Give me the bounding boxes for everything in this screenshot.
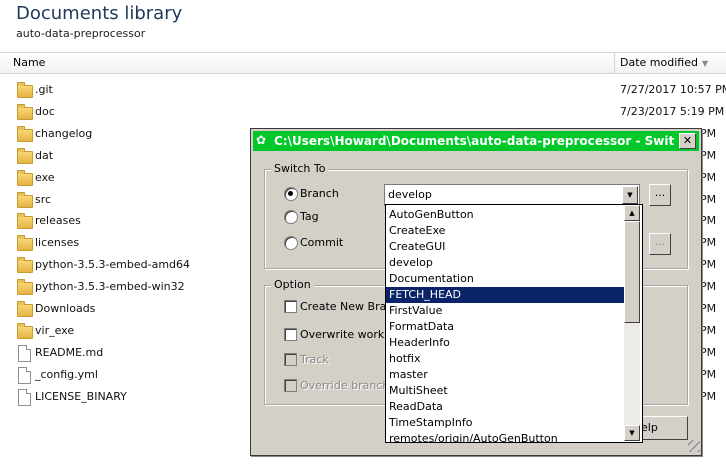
folder-icon xyxy=(17,147,33,164)
track-label: Track xyxy=(300,353,329,366)
dropdown-item[interactable]: HeaderInfo xyxy=(386,335,627,351)
file-date: PM xyxy=(700,214,717,228)
commit-radio[interactable] xyxy=(284,236,298,250)
folder-icon xyxy=(17,279,33,296)
browse-commit-button[interactable]: ... xyxy=(649,233,671,255)
file-date: PM xyxy=(700,367,717,381)
file-date: PM xyxy=(700,389,717,403)
file-date: PM xyxy=(700,345,717,359)
dropdown-item[interactable]: FETCH_HEAD xyxy=(386,287,627,303)
file-name: _config.yml xyxy=(35,367,98,381)
create-new-branch-checkbox[interactable] xyxy=(284,300,297,313)
file-name: dat xyxy=(35,148,54,162)
file-date: PM xyxy=(700,170,717,184)
branch-dropdown-list: AutoGenButton CreateExe CreateGUI develop Do… xyxy=(385,204,643,443)
scroll-up-button[interactable]: ▲ xyxy=(624,205,640,221)
folder-icon xyxy=(17,213,33,230)
file-name: Downloads xyxy=(35,302,96,315)
column-header-name[interactable]: Name xyxy=(13,56,45,69)
dropdown-item[interactable]: FormatData xyxy=(386,319,627,335)
branch-radio[interactable] xyxy=(284,187,298,201)
dropdown-item[interactable]: TimeStampInfo xyxy=(386,415,627,431)
file-name: vir_exe xyxy=(35,323,75,337)
file-date: 7/27/2017 10:57 PM xyxy=(620,83,726,96)
column-header-bar: Name Date modified ▼ xyxy=(0,52,726,74)
file-name: .git xyxy=(35,83,53,96)
folder-icon xyxy=(17,235,33,252)
scroll-down-button[interactable]: ▼ xyxy=(624,425,640,441)
sort-arrow-icon: ▼ xyxy=(701,59,709,68)
option-label: Option xyxy=(271,278,314,291)
folder-icon xyxy=(17,301,33,317)
dropdown-item[interactable]: Documentation xyxy=(386,271,627,287)
file-name: releases xyxy=(35,214,81,228)
dropdown-item[interactable]: develop xyxy=(386,255,627,271)
file-name: src xyxy=(35,192,52,206)
dropdown-item[interactable]: CreateGUI xyxy=(386,239,627,255)
folder-icon xyxy=(17,103,33,120)
file-date: PM xyxy=(700,236,717,250)
dropdown-item[interactable]: ReadData xyxy=(386,399,627,415)
dropdown-scrollbar[interactable]: ▲ ▼ xyxy=(624,205,640,441)
branch-radio-label[interactable]: Branch xyxy=(300,187,339,200)
branch-combobox-value: develop xyxy=(388,188,432,201)
dropdown-item[interactable]: master xyxy=(386,367,627,383)
dropdown-item[interactable]: remotes/origin/AutoGenButton xyxy=(386,431,627,442)
dialog-title: C:\Users\Howard\Documents\auto-data-prep… xyxy=(274,134,674,148)
resize-grip[interactable] xyxy=(688,440,700,452)
tag-radio-label[interactable]: Tag xyxy=(300,210,319,223)
column-separator[interactable] xyxy=(614,53,615,73)
file-icon xyxy=(17,366,31,384)
file-date: PM xyxy=(700,302,717,315)
library-subtitle: auto-data-preprocessor xyxy=(16,27,146,40)
help-button-label: elp xyxy=(641,421,658,434)
track-checkbox xyxy=(284,353,297,366)
file-name: python-3.5.3-embed-amd64 xyxy=(35,258,191,272)
dropdown-item[interactable]: MultiSheet xyxy=(386,383,627,399)
commit-radio-label[interactable]: Commit xyxy=(300,236,343,249)
file-name: LICENSE_BINARY xyxy=(35,389,127,403)
tortoise-app-icon: ✿ xyxy=(256,133,267,147)
folder-icon xyxy=(17,322,33,339)
file-date: PM xyxy=(700,148,717,162)
dropdown-item[interactable]: hotfix xyxy=(386,351,627,367)
file-row[interactable]: doc 7/23/2017 5:19 PM xyxy=(17,102,724,124)
file-date: 7/23/2017 5:19 PM xyxy=(620,104,725,118)
override-branch-checkbox xyxy=(284,379,297,392)
file-icon xyxy=(17,388,31,406)
folder-icon xyxy=(17,191,33,208)
folder-icon xyxy=(17,257,33,274)
close-button[interactable]: ✕ xyxy=(679,133,696,149)
file-icon xyxy=(17,344,31,362)
file-date: PM xyxy=(700,280,717,294)
overwrite-working-checkbox[interactable] xyxy=(284,328,297,341)
branch-combobox[interactable]: develop ▼ xyxy=(384,184,640,206)
dropdown-item[interactable]: FirstValue xyxy=(386,303,627,319)
folder-icon xyxy=(17,169,33,186)
file-name: python-3.5.3-embed-win32 xyxy=(35,280,185,294)
file-row[interactable]: .git 7/27/2017 10:57 PM xyxy=(17,80,726,102)
file-name: licenses xyxy=(35,236,80,250)
browse-branch-button[interactable]: ... xyxy=(649,184,671,206)
file-name: changelog xyxy=(35,126,93,140)
file-date: PM xyxy=(700,126,717,140)
file-date: PM xyxy=(700,192,717,206)
folder-icon xyxy=(17,82,33,98)
chevron-down-icon[interactable]: ▼ xyxy=(622,186,638,204)
dialog-titlebar[interactable]: ✿ C:\Users\Howard\Documents\auto-data-pr… xyxy=(253,131,699,151)
file-name: README.md xyxy=(35,345,104,359)
file-date: PM xyxy=(700,323,717,337)
switch-to-label: Switch To xyxy=(271,162,329,175)
file-name: exe xyxy=(35,170,55,184)
tag-radio[interactable] xyxy=(284,210,298,224)
library-title: Documents library xyxy=(16,3,183,24)
dropdown-item[interactable]: CreateExe xyxy=(386,223,627,239)
file-date: PM xyxy=(700,258,717,272)
folder-icon xyxy=(17,125,33,142)
file-name: doc xyxy=(35,104,55,118)
column-header-date[interactable]: Date modified ▼ xyxy=(620,56,708,69)
scroll-thumb[interactable] xyxy=(624,221,640,323)
dropdown-item[interactable]: AutoGenButton xyxy=(386,207,627,223)
